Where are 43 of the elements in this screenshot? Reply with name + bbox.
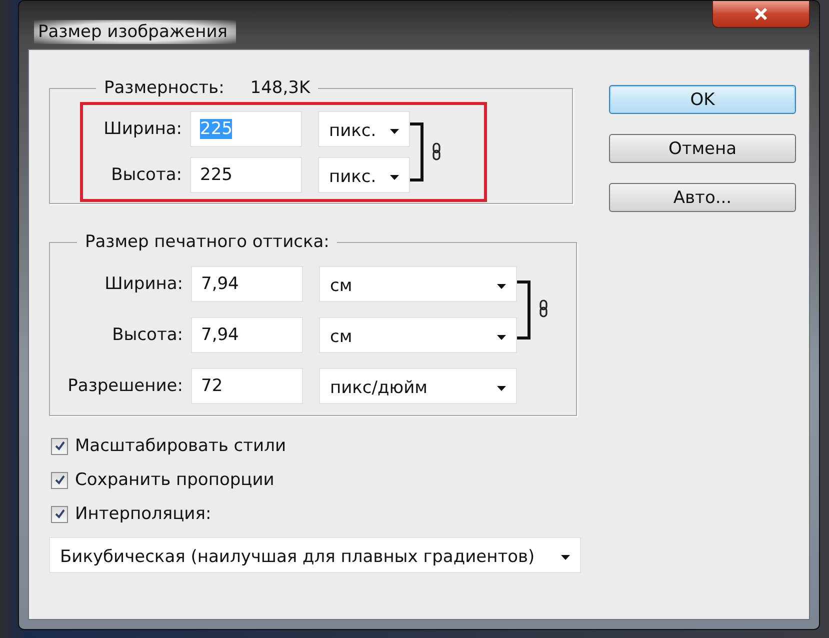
unit-dropdown[interactable]: см bbox=[319, 317, 517, 353]
unit-dropdown[interactable]: пикс. bbox=[318, 111, 410, 147]
caret-icon bbox=[497, 284, 506, 288]
field-label: Разрешение: bbox=[66, 376, 183, 396]
checkbox-label: Масштабировать стили bbox=[75, 436, 286, 456]
dialog-button[interactable]: Авто... bbox=[609, 183, 796, 212]
field-label: Высота: bbox=[111, 325, 183, 345]
dialog-button[interactable]: OK bbox=[609, 85, 796, 114]
checkbox-label: Интерполяция: bbox=[75, 504, 212, 524]
checkmark-icon bbox=[54, 475, 64, 485]
checkbox-label: Сохранить пропорции bbox=[75, 470, 274, 490]
close-button[interactable] bbox=[712, 1, 810, 28]
checkmark-icon bbox=[54, 509, 64, 519]
unit-dropdown[interactable]: см bbox=[319, 266, 517, 302]
group-label: Размерность: bbox=[104, 78, 224, 98]
input-field[interactable]: 7,94 bbox=[191, 317, 303, 353]
checkmark-icon bbox=[54, 441, 64, 451]
group-label: Размер печатного оттиска: bbox=[85, 232, 330, 252]
input-field[interactable]: 225 bbox=[190, 157, 302, 193]
chain-link-icon bbox=[432, 142, 441, 160]
caret-icon bbox=[390, 128, 399, 134]
file-size-value: 148,3K bbox=[250, 78, 310, 98]
checkbox[interactable] bbox=[51, 472, 68, 488]
input-field[interactable]: 7,94 bbox=[191, 266, 303, 302]
window-title: Размер изображения bbox=[34, 20, 236, 44]
field-label: Ширина: bbox=[104, 274, 183, 294]
field-label: Ширина: bbox=[102, 119, 182, 139]
checkbox[interactable] bbox=[51, 438, 68, 454]
close-icon bbox=[754, 8, 768, 20]
caret-icon bbox=[497, 386, 506, 390]
caret-icon bbox=[390, 174, 399, 180]
input-field[interactable]: 72 bbox=[191, 368, 303, 404]
caret-icon bbox=[497, 334, 506, 340]
unit-dropdown[interactable]: пикс/дюйм bbox=[319, 368, 517, 404]
dialog-button[interactable]: Отмена bbox=[609, 134, 796, 163]
field-label: Высота: bbox=[110, 165, 182, 185]
unit-dropdown[interactable]: пикс. bbox=[318, 157, 410, 193]
bracket-line bbox=[410, 122, 424, 182]
caret-icon bbox=[561, 554, 570, 560]
checkbox[interactable] bbox=[51, 506, 68, 522]
interpolation-dropdown[interactable]: Бикубическая (наилучшая для плавных градиентов) bbox=[49, 537, 581, 573]
bracket-line bbox=[517, 280, 531, 340]
chain-link-icon bbox=[539, 299, 548, 318]
